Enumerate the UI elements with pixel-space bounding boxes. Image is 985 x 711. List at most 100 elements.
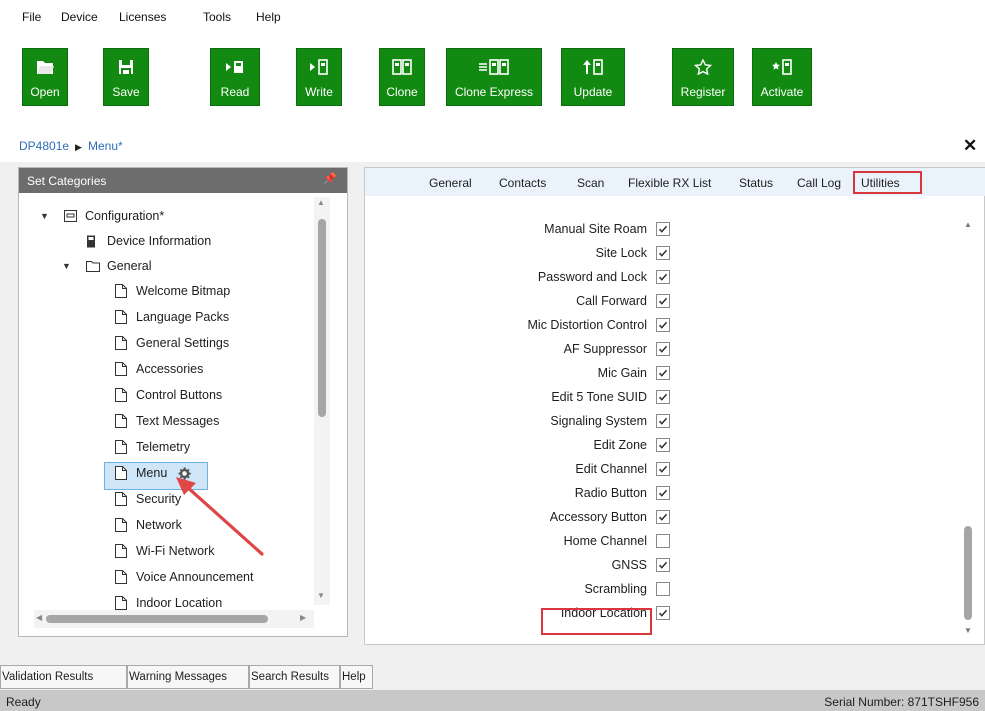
close-icon[interactable]: ✕: [963, 136, 977, 156]
update-button[interactable]: Update: [561, 48, 625, 106]
activate-icon: [771, 57, 793, 77]
checkbox-signaling-system[interactable]: [656, 414, 670, 428]
checkbox-manual-site-roam[interactable]: [656, 222, 670, 236]
tree-item-accessories[interactable]: Accessories: [115, 358, 203, 380]
open-button[interactable]: Open: [22, 48, 68, 106]
tab-scan[interactable]: Scan: [577, 176, 604, 190]
scrollbar-thumb[interactable]: [318, 219, 326, 417]
scroll-up-icon[interactable]: ▲: [317, 198, 325, 207]
checkbox-site-lock[interactable]: [656, 246, 670, 260]
scrollbar-thumb[interactable]: [46, 615, 268, 623]
breadcrumb-page[interactable]: Menu*: [88, 139, 123, 153]
tab-status[interactable]: Status: [739, 176, 773, 190]
configuration-icon: [64, 208, 78, 224]
read-icon: [225, 57, 245, 77]
tab-search-results[interactable]: Search Results: [249, 665, 340, 689]
option-label-site-lock: Site Lock: [595, 246, 647, 260]
write-button[interactable]: Write: [296, 48, 342, 106]
checkbox-scrambling[interactable]: [656, 582, 670, 596]
collapse-arrow-icon[interactable]: ▼: [62, 261, 72, 271]
collapse-arrow-icon[interactable]: ▼: [40, 211, 50, 221]
tree-item-general[interactable]: ▼ General: [62, 255, 151, 277]
tab-help[interactable]: Help: [340, 665, 373, 689]
menu-help[interactable]: Help: [256, 10, 281, 24]
checkbox-home-channel[interactable]: [656, 534, 670, 548]
breadcrumb-device[interactable]: DP4801e: [19, 139, 69, 153]
menu-device[interactable]: Device: [61, 10, 98, 24]
checkbox-edit-zone[interactable]: [656, 438, 670, 452]
tab-general[interactable]: General: [429, 176, 472, 190]
scroll-right-icon[interactable]: ▶: [300, 613, 306, 622]
clone-express-button[interactable]: Clone Express: [446, 48, 542, 106]
tree-label: Telemetry: [136, 440, 191, 454]
serial-number: Serial Number: 871TSHF956: [824, 695, 979, 709]
tree-label: Text Messages: [136, 414, 220, 428]
tree-item-general-settings[interactable]: General Settings: [115, 332, 229, 354]
scroll-up-icon[interactable]: ▲: [964, 220, 972, 229]
panel-title: Set Categories: [19, 168, 347, 193]
page-icon: [115, 361, 129, 377]
menu-file[interactable]: File: [22, 10, 41, 24]
checkbox-accessory-button[interactable]: [656, 510, 670, 524]
tree-item-control-buttons[interactable]: Control Buttons: [115, 384, 222, 406]
menu-tools[interactable]: Tools: [203, 10, 231, 24]
status-text: Ready: [6, 695, 41, 709]
tab-warning-messages[interactable]: Warning Messages: [127, 665, 249, 689]
save-button[interactable]: Save: [103, 48, 149, 106]
write-label: Write: [305, 85, 333, 99]
option-label-home-channel: Home Channel: [563, 534, 647, 548]
settings-panel: General Contacts Scan Flexible RX List S…: [364, 167, 985, 645]
tree-item-voice-announcement[interactable]: Voice Announcement: [115, 566, 253, 588]
checkbox-password-and-lock[interactable]: [656, 270, 670, 284]
option-label-af-suppressor: AF Suppressor: [563, 342, 647, 356]
checkbox-mic-gain[interactable]: [656, 366, 670, 380]
tab-validation-results[interactable]: Validation Results: [0, 665, 127, 689]
update-icon: [582, 57, 604, 77]
active-tab-highlight: [853, 171, 922, 194]
scroll-left-icon[interactable]: ◀: [36, 613, 42, 622]
tree-item-configuration[interactable]: ▼ Configuration*: [40, 205, 164, 227]
tree-item-welcome-bitmap[interactable]: Welcome Bitmap: [115, 280, 230, 302]
checkbox-indoor-location[interactable]: [656, 606, 670, 620]
scrollbar-thumb[interactable]: [964, 526, 972, 620]
tree-label: General Settings: [136, 336, 230, 350]
clone-label: Clone: [386, 85, 418, 99]
tab-flexible-rx-list[interactable]: Flexible RX List: [628, 176, 711, 190]
scroll-down-icon[interactable]: ▼: [964, 626, 972, 635]
scroll-down-icon[interactable]: ▼: [317, 591, 325, 600]
tab-bar: General Contacts Scan Flexible RX List S…: [365, 168, 985, 196]
tree-vertical-scrollbar[interactable]: ▲ ▼: [314, 197, 330, 605]
page-icon: [115, 387, 129, 403]
tab-call-log[interactable]: Call Log: [797, 176, 841, 190]
menu-licenses[interactable]: Licenses: [119, 10, 166, 24]
checkbox-call-forward[interactable]: [656, 294, 670, 308]
checkbox-edit-5-tone-suid[interactable]: [656, 390, 670, 404]
checkbox-af-suppressor[interactable]: [656, 342, 670, 356]
clone-button[interactable]: Clone: [379, 48, 425, 106]
register-label: Register: [680, 85, 726, 99]
checkbox-radio-button[interactable]: [656, 486, 670, 500]
pin-icon[interactable]: 📌: [323, 172, 337, 185]
tree-horizontal-scrollbar[interactable]: ◀ ▶: [34, 610, 314, 628]
page-icon: [115, 491, 129, 507]
activate-button[interactable]: Activate: [752, 48, 812, 106]
checkbox-gnss[interactable]: [656, 558, 670, 572]
floppy-icon: [118, 57, 134, 77]
tree-item-device-information[interactable]: Device Information: [86, 230, 211, 252]
tree-item-telemetry[interactable]: Telemetry: [115, 436, 190, 458]
tree-item-indoor-location[interactable]: Indoor Location: [115, 592, 222, 610]
option-label-radio-button: Radio Button: [574, 486, 647, 500]
open-label: Open: [30, 85, 60, 99]
activate-label: Activate: [760, 85, 804, 99]
page-icon: [115, 517, 129, 533]
read-button[interactable]: Read: [210, 48, 260, 106]
tab-contacts[interactable]: Contacts: [499, 176, 546, 190]
option-label-edit-channel: Edit Channel: [575, 462, 647, 476]
checkbox-mic-distortion-control[interactable]: [656, 318, 670, 332]
write-icon: [309, 57, 329, 77]
checkbox-edit-channel[interactable]: [656, 462, 670, 476]
register-button[interactable]: Register: [672, 48, 734, 106]
tree-item-text-messages[interactable]: Text Messages: [115, 410, 219, 432]
options-vertical-scrollbar[interactable]: ▲ ▼: [960, 218, 976, 638]
tree-item-language-packs[interactable]: Language Packs: [115, 306, 229, 328]
